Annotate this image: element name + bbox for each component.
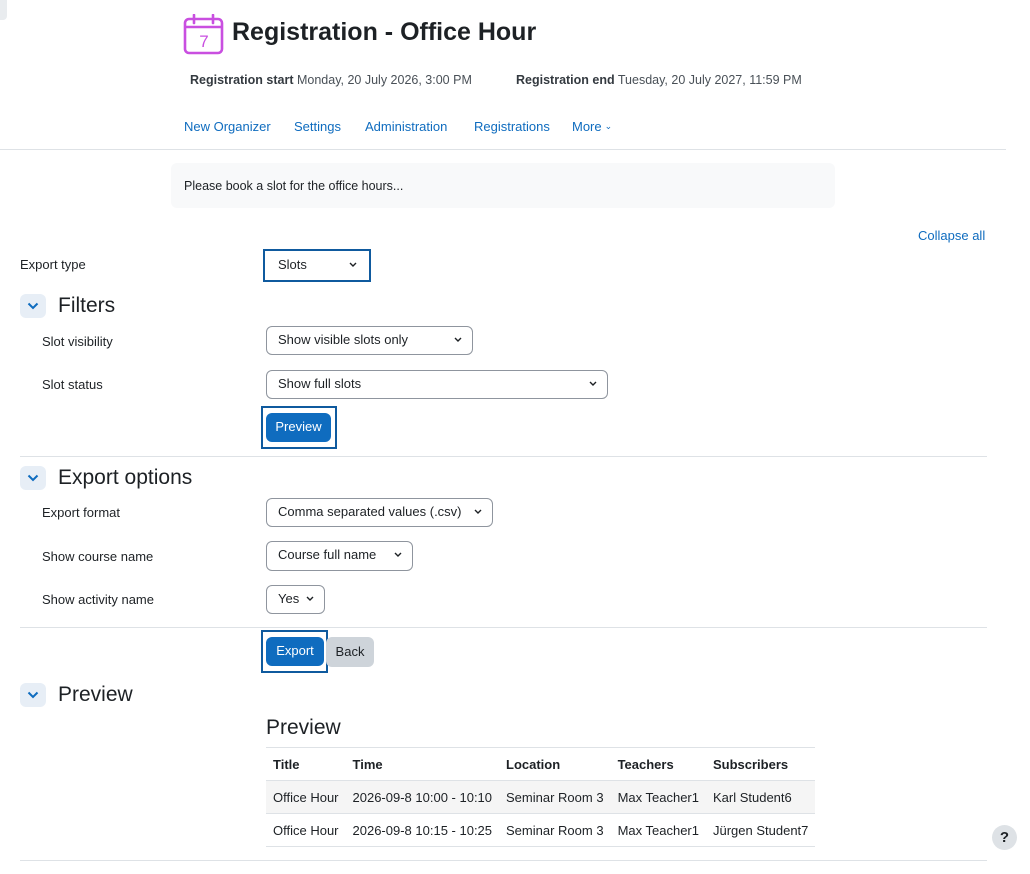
- export-options-divider: [20, 627, 987, 628]
- export-button[interactable]: Export: [266, 637, 324, 666]
- column-header-title: Title: [266, 747, 346, 781]
- chevron-down-icon: [27, 302, 39, 310]
- column-header-teachers: Teachers: [610, 747, 706, 781]
- filters-divider: [20, 456, 987, 457]
- export-type-value: Slots: [278, 257, 307, 272]
- registration-start-value: Monday, 20 July 2026, 3:00 PM: [296, 73, 472, 87]
- calendar-day: 7: [199, 32, 208, 51]
- show-activity-name-select[interactable]: Yes: [266, 585, 325, 614]
- show-activity-name-value: Yes: [278, 591, 300, 606]
- nav-more-label: More: [572, 119, 602, 134]
- chevron-down-icon: ⌄: [604, 121, 613, 131]
- nav-administration[interactable]: Administration: [365, 119, 447, 134]
- preview-heading: Preview: [266, 716, 341, 739]
- chevron-down-icon: [589, 381, 597, 386]
- registration-end-label: Registration end: [516, 73, 615, 87]
- export-options-title: Export options: [58, 466, 193, 489]
- nav-settings[interactable]: Settings: [294, 119, 341, 134]
- export-format-label: Export format: [42, 505, 121, 520]
- show-activity-name-label: Show activity name: [42, 592, 154, 607]
- preview-divider: [20, 860, 987, 861]
- slot-visibility-select[interactable]: Show visible slots only: [266, 326, 473, 355]
- cell-teachers: Max Teacher1: [610, 780, 706, 814]
- export-options-toggle[interactable]: [20, 466, 46, 490]
- cell-title: Office Hour: [266, 813, 346, 847]
- table-header-row: Title Time Location Teachers Subscribers: [266, 747, 816, 781]
- nav-registrations[interactable]: Registrations: [474, 119, 550, 134]
- export-type-select[interactable]: Slots: [266, 251, 368, 279]
- cell-location: Seminar Room 3: [499, 813, 611, 847]
- chevron-down-icon: [306, 596, 314, 601]
- preview-button[interactable]: Preview: [266, 413, 331, 442]
- column-header-location: Location: [499, 747, 611, 781]
- registration-start: Registration start Monday, 20 July 2026,…: [190, 73, 472, 87]
- registration-end-value: Tuesday, 20 July 2027, 11:59 PM: [617, 73, 802, 87]
- table-row: Office Hour 2026-09-8 10:15 - 10:25 Semi…: [266, 813, 816, 847]
- chevron-down-icon: [27, 691, 39, 699]
- nav-new-organizer[interactable]: New Organizer: [184, 119, 271, 134]
- filters-toggle[interactable]: [20, 294, 46, 318]
- chevron-down-icon: [349, 262, 357, 267]
- column-header-time: Time: [345, 747, 500, 781]
- cell-time: 2026-09-8 10:15 - 10:25: [345, 813, 500, 847]
- back-button[interactable]: Back: [326, 637, 374, 667]
- slot-status-select[interactable]: Show full slots: [266, 370, 608, 399]
- page-title: Registration - Office Hour: [232, 18, 537, 46]
- column-header-subscribers: Subscribers: [705, 747, 816, 781]
- help-button[interactable]: ?: [992, 825, 1017, 850]
- registration-end: Registration end Tuesday, 20 July 2027, …: [516, 73, 802, 87]
- chevron-down-icon: [474, 509, 482, 514]
- show-course-name-value: Course full name: [278, 547, 377, 562]
- header-divider: [0, 149, 1006, 150]
- show-course-name-select[interactable]: Course full name: [266, 541, 413, 571]
- corner-tab: [0, 0, 7, 20]
- cell-subscribers: Jürgen Student7: [705, 813, 816, 847]
- question-mark-icon: ?: [999, 829, 1010, 846]
- table-row: Office Hour 2026-09-8 10:00 - 10:10 Semi…: [266, 780, 816, 814]
- export-type-label: Export type: [20, 257, 86, 272]
- filters-title: Filters: [58, 294, 116, 317]
- slot-visibility-value: Show visible slots only: [278, 332, 409, 347]
- registration-start-label: Registration start: [190, 73, 294, 87]
- show-course-name-label: Show course name: [42, 549, 154, 564]
- cell-location: Seminar Room 3: [499, 780, 611, 814]
- cell-time: 2026-09-8 10:00 - 10:10: [345, 780, 500, 814]
- chevron-down-icon: [454, 337, 462, 342]
- nav-more[interactable]: More ⌄: [572, 119, 612, 134]
- intro-text: Please book a slot for the office hours.…: [184, 179, 404, 193]
- export-format-select[interactable]: Comma separated values (.csv): [266, 498, 493, 527]
- slot-visibility-label: Slot visibility: [42, 334, 113, 349]
- chevron-down-icon: [394, 552, 402, 557]
- preview-section-title: Preview: [58, 683, 133, 706]
- collapse-all-link[interactable]: Collapse all: [918, 228, 985, 243]
- preview-section-toggle[interactable]: [20, 683, 46, 707]
- calendar-icon: 7: [183, 13, 225, 56]
- slot-status-value: Show full slots: [278, 376, 362, 391]
- export-format-value: Comma separated values (.csv): [278, 504, 462, 519]
- preview-table: Title Time Location Teachers Subscribers…: [266, 747, 816, 847]
- chevron-down-icon: [27, 474, 39, 482]
- slot-status-label: Slot status: [42, 377, 103, 392]
- cell-subscribers: Karl Student6: [705, 780, 816, 814]
- cell-title: Office Hour: [266, 780, 346, 814]
- cell-teachers: Max Teacher1: [610, 813, 706, 847]
